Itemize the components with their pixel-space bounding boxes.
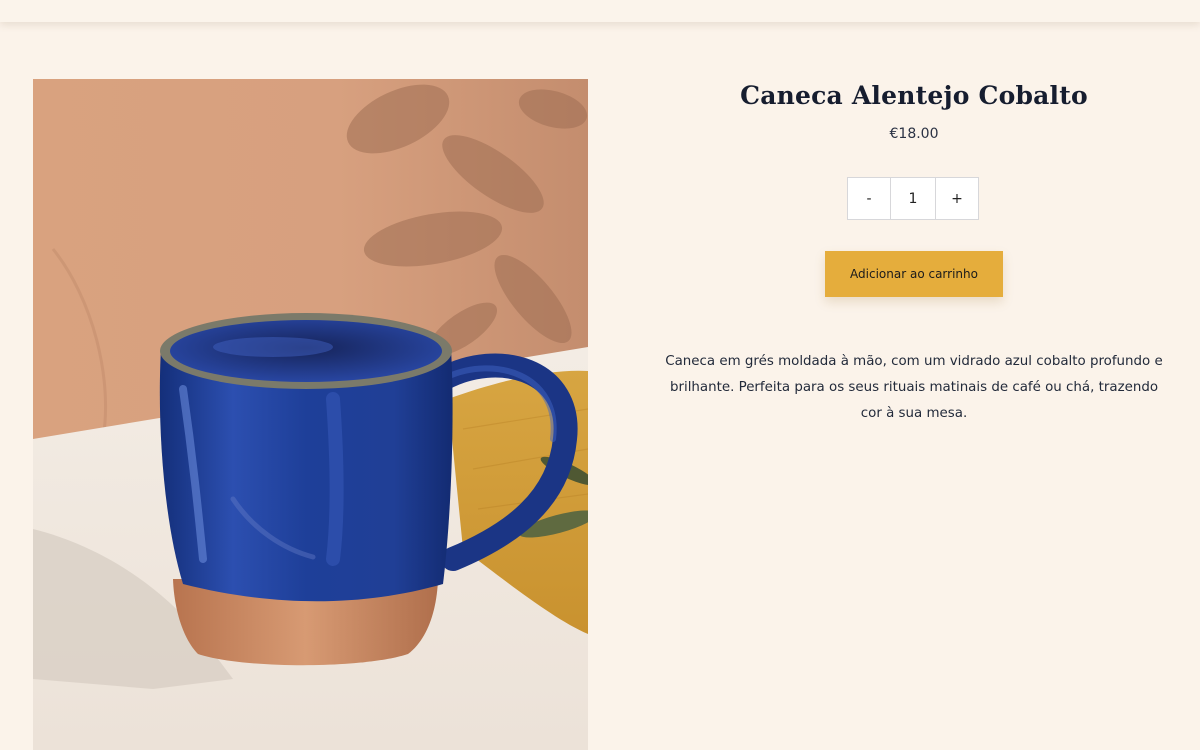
add-to-cart-button[interactable]: Adicionar ao carrinho: [825, 251, 1003, 297]
quantity-increase-button[interactable]: +: [935, 177, 979, 220]
quantity-decrease-button[interactable]: -: [847, 177, 891, 220]
quantity-stepper: - +: [847, 177, 979, 220]
quantity-input[interactable]: [891, 177, 935, 220]
product-price: €18.00: [889, 126, 939, 142]
product-description: Caneca em grés moldada à mão, com um vid…: [665, 354, 1163, 421]
product-image: [33, 79, 588, 750]
product-title: Caneca Alentejo Cobalto: [740, 81, 1088, 110]
site-header-bar: [0, 0, 1200, 22]
